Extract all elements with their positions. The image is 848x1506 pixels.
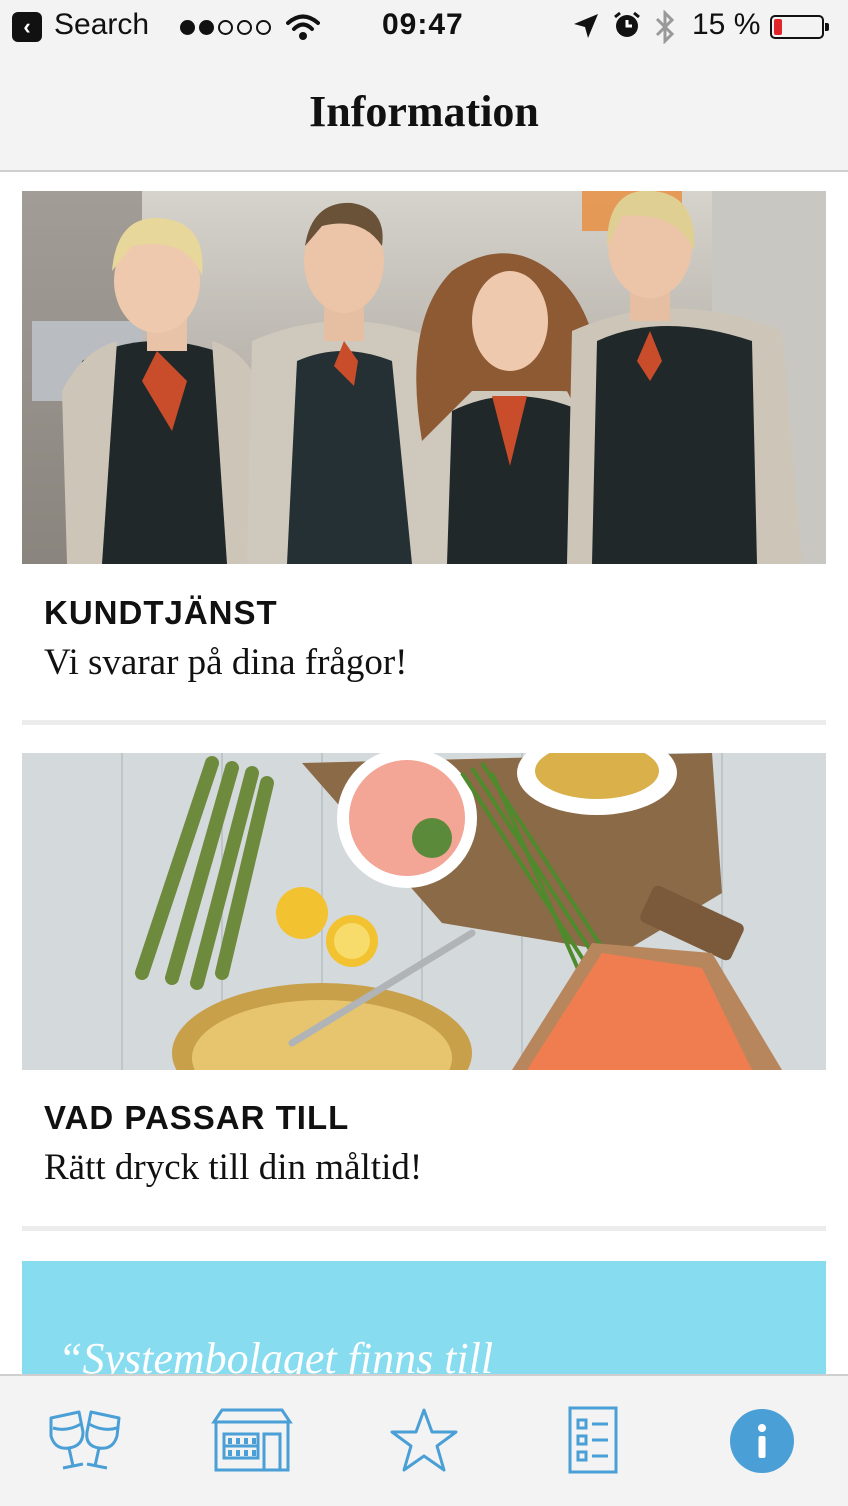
info-icon [730,1409,794,1473]
battery-percentage: 15 % [692,8,761,41]
navigation-bar: Information [0,56,848,172]
back-arrow-icon[interactable]: ‹ [12,12,42,42]
card-vad-passar-till[interactable]: VAD PASSAR TILL Rätt dryck till din målt… [22,753,826,1243]
card-title: VAD PASSAR TILL [44,1099,350,1136]
status-time: 09:47 [382,8,464,41]
card-subtitle: Rätt dryck till din måltid! [44,1147,423,1188]
quote-text: “Systembolaget finns till [58,1334,494,1374]
tab-bar [0,1374,848,1506]
list-icon [568,1406,618,1474]
tab-stores[interactable] [210,1406,294,1476]
store-icon [211,1408,293,1472]
status-bar: ‹ Search 09:47 15 % [0,0,848,56]
quote-banner[interactable]: “Systembolaget finns till [22,1261,826,1374]
alarm-clock-icon [614,11,640,37]
battery-icon [770,15,829,39]
star-icon [390,1408,458,1472]
back-to-search-link[interactable]: Search [54,8,149,42]
cellular-signal-icon [180,20,271,35]
tab-lists[interactable] [552,1406,636,1476]
wine-glasses-icon [49,1410,121,1470]
staff-photo [22,191,826,564]
page-title: Information [309,87,539,136]
tab-wine-glasses[interactable] [43,1406,127,1476]
food-photo [22,753,826,1070]
bluetooth-icon [655,10,675,44]
card-title: KUNDTJÄNST [44,594,278,631]
tab-favorites[interactable] [382,1406,466,1476]
information-list[interactable]: KUNDTJÄNST Vi svarar på dina frågor! VAD… [0,172,848,1374]
card-subtitle: Vi svarar på dina frågor! [44,642,408,683]
card-separator [22,720,826,725]
tab-information[interactable] [720,1406,804,1476]
card-kundtjanst[interactable]: KUNDTJÄNST Vi svarar på dina frågor! [22,191,826,726]
location-arrow-icon [574,14,598,38]
wifi-icon [286,14,320,40]
card-separator [22,1226,826,1231]
